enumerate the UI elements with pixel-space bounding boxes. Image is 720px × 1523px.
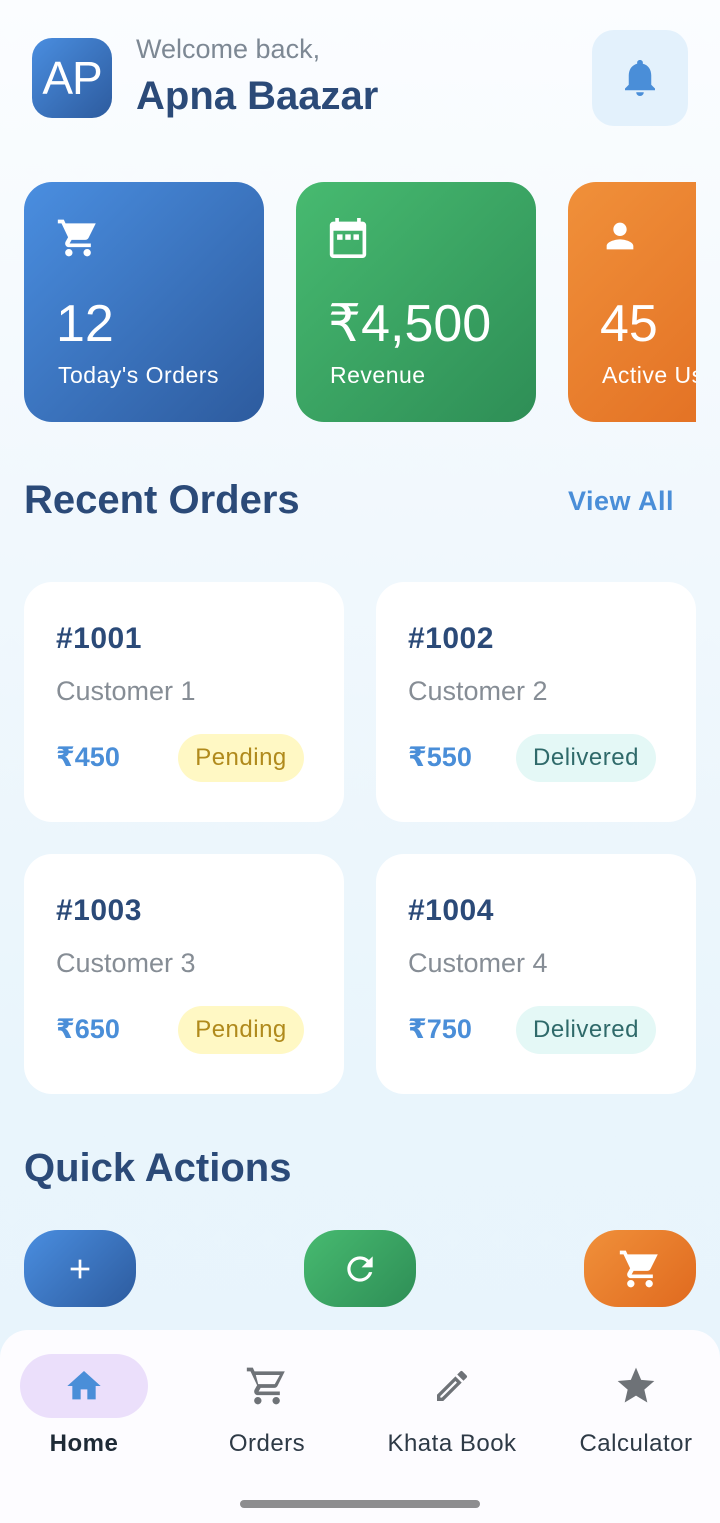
star-icon (617, 1367, 655, 1403)
stat-value: 45 (600, 295, 658, 353)
order-amount: ₹450 (56, 742, 120, 772)
nav-icon-wrap (388, 1354, 516, 1418)
stat-label: Revenue (330, 362, 426, 388)
order-id: #1002 (408, 622, 494, 655)
cart-action-button[interactable] (584, 1230, 696, 1307)
stat-value: ₹4,500 (328, 295, 492, 353)
nav-item-orders[interactable]: Orders (177, 1354, 357, 1457)
order-card[interactable]: #1004 Customer 4 ₹750 Delivered (376, 854, 696, 1094)
order-customer: Customer 1 (56, 676, 196, 706)
order-id: #1004 (408, 894, 494, 927)
refresh-action-button[interactable] (304, 1230, 416, 1307)
order-customer: Customer 2 (408, 676, 548, 706)
nav-icon-wrap (572, 1354, 700, 1418)
stat-label: Active Users (602, 362, 696, 388)
stat-value: 12 (56, 295, 114, 353)
stat-card-revenue[interactable]: ₹4,500 Revenue (296, 182, 536, 422)
order-id: #1003 (56, 894, 142, 927)
refresh-icon (347, 1255, 373, 1282)
system-home-indicator[interactable] (240, 1500, 480, 1508)
stat-card-active-users[interactable]: 45 Active Users (568, 182, 696, 422)
stat-card-orders[interactable]: 12 Today's Orders (24, 182, 264, 422)
person-icon (606, 222, 634, 250)
view-all-link[interactable]: View All (568, 486, 674, 517)
home-icon (67, 1371, 101, 1400)
order-amount: ₹750 (408, 1014, 472, 1044)
bottom-navigation: Home Orders Khata Book Calculator (0, 1330, 720, 1523)
pencil-icon (437, 1370, 468, 1401)
plus-icon (70, 1259, 90, 1278)
nav-label: Calculator (579, 1430, 693, 1457)
status-badge: Pending (178, 1006, 304, 1054)
order-card[interactable]: #1002 Customer 2 ₹550 Delivered (376, 582, 696, 822)
stats-carousel[interactable]: 12 Today's Orders ₹4,500 Revenue 45 Acti… (0, 182, 696, 424)
shop-name: Apna Baazar (136, 74, 379, 118)
status-badge: Delivered (516, 1006, 656, 1054)
calendar-icon (329, 218, 367, 258)
quick-actions-title: Quick Actions (24, 1146, 292, 1190)
order-card[interactable]: #1001 Customer 1 ₹450 Pending (24, 582, 344, 822)
welcome-text: Welcome back, (136, 34, 321, 64)
bell-icon (625, 60, 655, 96)
cart-icon (57, 219, 96, 257)
order-amount: ₹550 (408, 742, 472, 772)
cart-outline-icon (246, 1367, 285, 1405)
notification-button[interactable] (592, 30, 688, 126)
nav-label: Khata Book (387, 1430, 517, 1457)
nav-item-khata-book[interactable]: Khata Book (362, 1354, 542, 1457)
order-customer: Customer 3 (56, 948, 196, 978)
nav-label: Home (49, 1430, 119, 1457)
nav-label: Orders (228, 1430, 306, 1457)
recent-orders-title: Recent Orders (24, 478, 300, 522)
shop-logo: AP (32, 38, 112, 118)
order-id: #1001 (56, 622, 142, 655)
order-amount: ₹650 (56, 1014, 120, 1044)
status-badge: Delivered (516, 734, 656, 782)
order-customer: Customer 4 (408, 948, 548, 978)
nav-active-indicator (20, 1354, 148, 1418)
add-action-button[interactable] (24, 1230, 136, 1307)
order-card[interactable]: #1003 Customer 3 ₹650 Pending (24, 854, 344, 1094)
status-badge: Pending (178, 734, 304, 782)
nav-item-home[interactable]: Home (0, 1354, 174, 1457)
app-header: AP Welcome back, Apna Baazar (0, 0, 720, 150)
stat-label: Today's Orders (58, 362, 219, 388)
nav-item-calculator[interactable]: Calculator (546, 1354, 720, 1457)
cart-icon (619, 1250, 658, 1287)
nav-icon-wrap (203, 1354, 331, 1418)
